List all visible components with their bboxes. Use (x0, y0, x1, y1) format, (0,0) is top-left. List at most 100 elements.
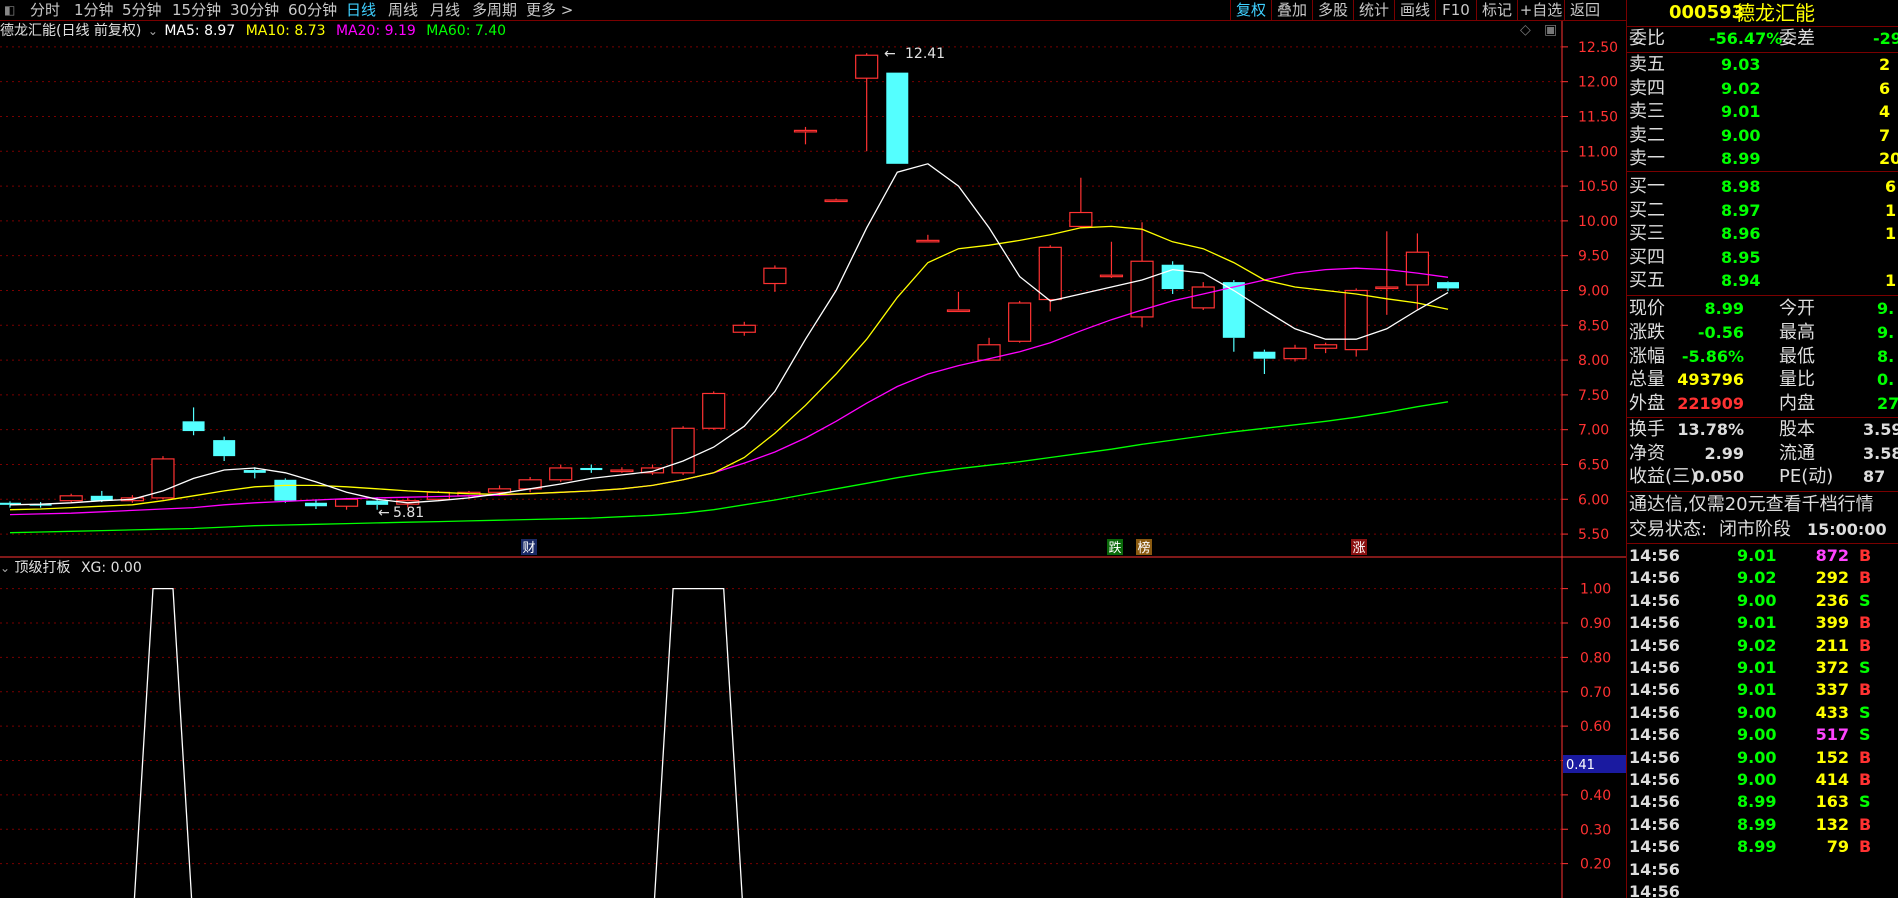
event-marker-list[interactable]: 榜 (1137, 540, 1150, 556)
candle-body (1253, 351, 1276, 359)
moving-average-lines (9, 163, 1449, 534)
fund-label: PE(动) (1779, 466, 1834, 487)
tick-time: 14:56 (1629, 546, 1680, 565)
candle-body (1130, 260, 1154, 318)
weibi-value: -56.47% (1709, 29, 1783, 48)
candle-body (1405, 251, 1430, 286)
tick-time: 14:56 (1629, 837, 1680, 857)
fund-value: 87 (1863, 467, 1886, 486)
bid-price: 8.95 (1721, 247, 1761, 267)
axis-lines (0, 21, 1626, 898)
tick-side: S (1859, 590, 1871, 610)
bid-level: 买一 8.98 6 (1627, 175, 1898, 198)
stat-value: 8. (1877, 346, 1895, 366)
bid-price: 8.94 (1721, 271, 1761, 290)
stat-value: 493796 (1677, 370, 1744, 390)
tick-price: 9.02 (1737, 568, 1777, 588)
bid-price: 8.96 (1721, 224, 1761, 243)
weibi-row: 委比 -56.47% 委差 -29 (1627, 27, 1898, 50)
chart-annotations: 12.41 ← 5.81 ← (378, 46, 945, 521)
ma60-line (9, 401, 1449, 534)
tick-price: 9.00 (1737, 590, 1777, 610)
bid-volume: 6 (1885, 177, 1897, 196)
trade-status: 闭市阶段 (1719, 519, 1791, 540)
tick-side: B (1859, 635, 1872, 655)
price-tick-label: 12.00 (1578, 75, 1618, 91)
ask-level: 卖三 9.01 4 (1627, 100, 1898, 123)
event-marker-fall[interactable]: 跌 (1108, 540, 1121, 556)
bid-level: 买二 8.97 1 (1627, 199, 1898, 222)
candle-body (1161, 264, 1184, 290)
ask-volume: 20 (1879, 149, 1898, 168)
chevron-down-icon[interactable]: ⌄ (0, 561, 10, 575)
trade-status-row: 交易状态: 闭市阶段 15:00:00 (1627, 518, 1898, 541)
tick-row: 14:56 9.00 236 S (1627, 590, 1898, 612)
tick-side: B (1859, 837, 1872, 857)
tick-volume: 132 (1815, 814, 1849, 834)
indicator-xg: XG: 0.00 (80, 560, 142, 576)
weibi-label: 委比 (1629, 28, 1665, 49)
bid-level: 买五 8.94 1 (1627, 269, 1898, 292)
price-axis: 12.50 12.00 11.50 11.00 10.50 10.00 9.50 9.00 8.… (1562, 40, 1618, 543)
tick-side: B (1859, 568, 1872, 588)
stat-value: -0.56 (1697, 322, 1744, 342)
tick-side: S (1859, 792, 1871, 812)
ask-label: 卖五 (1629, 54, 1665, 75)
kline-chart[interactable]: 12.50 12.00 11.50 11.00 10.50 10.00 9.50 9.00 8.… (0, 0, 1626, 898)
ma10-line (9, 225, 1449, 511)
candle-body (793, 129, 818, 133)
tick-time: 14:56 (1629, 770, 1680, 789)
candle-body (916, 239, 940, 243)
bid-price: 8.98 (1721, 177, 1761, 196)
price-tick-label: 10.50 (1578, 179, 1618, 195)
tick-row: 14:56 9.01 399 B (1627, 612, 1898, 634)
tick-side: S (1859, 702, 1871, 722)
price-tick-label: 8.00 (1578, 353, 1609, 369)
notice-row[interactable]: 通达信,仅需20元查看千档行情 (1627, 493, 1898, 516)
tick-price: 9.00 (1737, 770, 1777, 789)
event-marker-finance[interactable]: 财 (522, 541, 535, 556)
ask-label: 卖二 (1629, 124, 1665, 146)
notice-text[interactable]: 通达信,仅需20元查看千档行情 (1629, 493, 1874, 516)
price-tick-label: 9.00 (1578, 283, 1609, 299)
candle-body (1191, 286, 1215, 309)
candle-body (304, 502, 327, 507)
candle-body (702, 392, 726, 429)
tick-volume: 79 (1826, 837, 1849, 857)
event-markers: 财 跌 榜 涨 (521, 539, 1367, 556)
candle-body (213, 440, 236, 457)
tick-volume: 337 (1815, 680, 1849, 700)
tick-side: B (1859, 770, 1872, 789)
tick-price: 9.01 (1737, 680, 1777, 700)
ask-price: 8.99 (1721, 149, 1761, 168)
ask-volume: 7 (1879, 125, 1891, 145)
tick-side: B (1859, 814, 1872, 834)
ask-price: 9.01 (1721, 102, 1761, 121)
indicator-legend: ⌄ 顶级打板 XG: 0.00 (0, 558, 142, 578)
tick-price: 8.99 (1737, 837, 1777, 857)
stat-row: 涨跌 -0.56 最高 9. (1627, 321, 1898, 344)
ask-level: 卖五 9.03 2 (1627, 53, 1898, 76)
candle-body (487, 488, 512, 493)
indicator-cursor-group: 0.41 (1563, 755, 1626, 773)
stat-value: 8.99 (1704, 299, 1744, 318)
weicha-value: -29 (1873, 29, 1898, 48)
tick-price: 9.00 (1737, 747, 1777, 767)
price-tick-label: 12.50 (1578, 40, 1618, 56)
tick-row: 14:56 9.01 872 B (1627, 545, 1898, 567)
tick-side: B (1859, 613, 1872, 633)
tick-volume: 292 (1815, 568, 1849, 588)
stat-row: 外盘 221909 内盘 2718 (1627, 392, 1898, 415)
bid-label: 买二 (1629, 199, 1665, 221)
candle-body (671, 427, 695, 474)
tick-volume: 211 (1815, 635, 1849, 655)
candle-body (732, 324, 756, 333)
bid-label: 买五 (1629, 270, 1665, 291)
event-marker-rise[interactable]: 涨 (1352, 541, 1365, 556)
quote-panel: 000593 德龙汇能 委比 -56.47% 委差 -29 卖五 9.03 2 卖四 9… (1626, 0, 1898, 898)
ask-label: 卖一 (1629, 148, 1665, 169)
high-price-label: 12.41 (905, 46, 945, 62)
fund-label: 换手 (1629, 419, 1665, 440)
indicator-line (133, 587, 743, 898)
indicator-series (133, 587, 743, 898)
